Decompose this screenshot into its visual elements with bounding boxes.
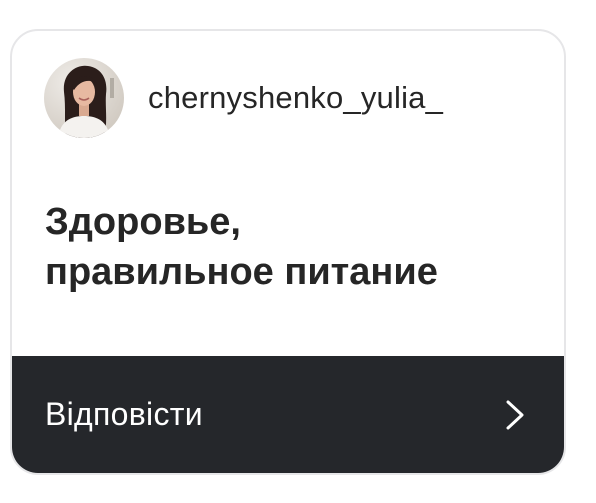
reply-button[interactable]: Відповісти — [12, 356, 564, 473]
question-line-2: правильное питание — [45, 251, 438, 293]
username[interactable]: chernyshenko_yulia_ — [148, 80, 443, 116]
chevron-right-icon — [506, 400, 524, 429]
card-header: chernyshenko_yulia_ — [44, 58, 443, 138]
reply-label: Відповісти — [45, 396, 203, 432]
profile-avatar-icon — [44, 58, 124, 138]
question-line-1: Здоровье, — [45, 201, 241, 243]
question-text: Здоровье, правильное питание — [45, 197, 545, 297]
question-sticker-card: chernyshenko_yulia_ Здоровье, правильное… — [10, 29, 566, 475]
avatar[interactable] — [44, 58, 124, 138]
